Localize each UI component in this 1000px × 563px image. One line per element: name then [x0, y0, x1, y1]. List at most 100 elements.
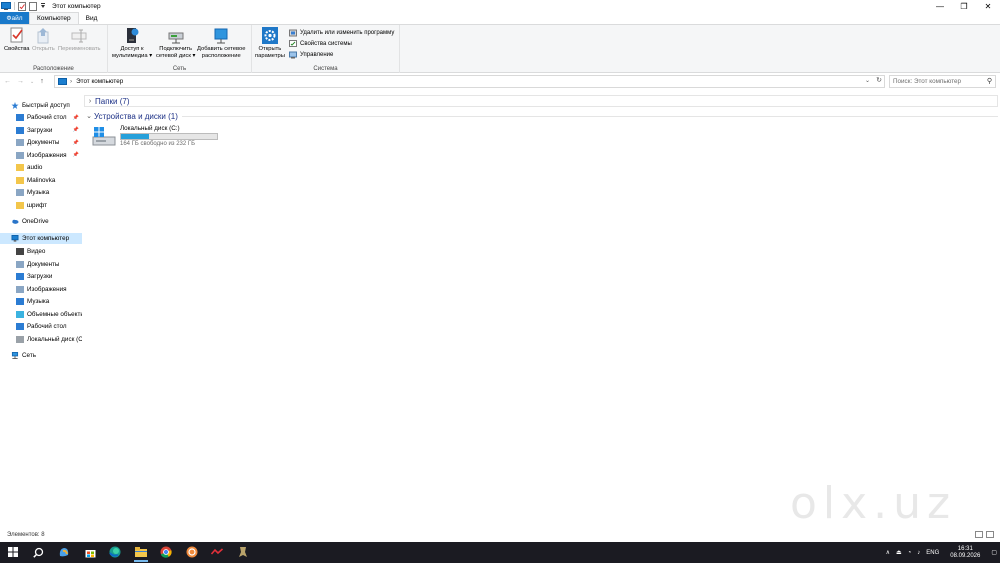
rename-icon	[71, 29, 87, 43]
nav-pc-item-label: Локальный диск (C:)	[27, 335, 82, 343]
tab-computer[interactable]: Компьютер	[29, 12, 79, 24]
forward-arrow-icon[interactable]: →	[17, 78, 24, 85]
address-separator-icon[interactable]: ›	[70, 78, 72, 85]
nav-pc-item[interactable]: Видео	[16, 246, 82, 257]
drive-info: Локальный диск (C:) 164 ГБ свободно из 2…	[120, 125, 218, 147]
nav-quick-access[interactable]: Быстрый доступ	[11, 100, 81, 111]
nav-quick-item-label: Изображения	[27, 151, 67, 159]
up-arrow-icon[interactable]: ↑	[40, 78, 44, 85]
nav-quick-item[interactable]: шрифт	[16, 200, 81, 211]
new-folder-qat-icon[interactable]	[29, 1, 37, 11]
nav-quick-item-label: Документы	[27, 139, 60, 146]
properties-button[interactable]: Свойства	[4, 27, 29, 53]
nav-quick-item[interactable]: Загрузки 📌	[16, 125, 81, 136]
nav-pc-item[interactable]: Загрузки	[16, 271, 82, 282]
system-tray: ∧ ⏏ ◔ ♪ ENG 16:31 08.09.2026 ▢	[883, 542, 1000, 563]
address-bar[interactable]: › Этот компьютер ⌄ ↻	[54, 75, 885, 88]
nav-quick-item-label: audio	[27, 164, 43, 171]
system-properties-label: Свойства системы	[300, 41, 352, 47]
add-location-label-2: расположение	[201, 52, 241, 59]
expand-chevron-icon[interactable]: ›	[85, 98, 95, 105]
customize-qat-icon[interactable]	[40, 2, 46, 10]
minimize-button[interactable]: —	[928, 0, 952, 12]
desktop-icon	[16, 323, 24, 330]
properties-label: Свойства	[4, 46, 30, 52]
edge-browser-icon[interactable]	[108, 545, 122, 559]
nav-pc-item[interactable]: Музыка	[16, 296, 82, 307]
nav-quick-item-label: Рабочий стол	[27, 114, 67, 121]
start-windows-icon[interactable]	[6, 545, 20, 559]
copilot-icon[interactable]	[57, 545, 71, 559]
open-settings-label-2: параметры	[255, 52, 285, 59]
nav-quick-item[interactable]: Malinovka	[16, 175, 81, 186]
drives-section-header[interactable]: ⌄ Устройства и диски (1)	[84, 110, 998, 122]
desktop-icon	[16, 114, 24, 121]
music-icon	[16, 298, 24, 305]
location-group-label: Расположение	[33, 66, 74, 72]
nav-pc-item[interactable]: Документы	[16, 259, 82, 270]
notifications-icon[interactable]: ▢	[991, 549, 997, 556]
collapse-chevron-icon[interactable]: ⌄	[84, 112, 94, 120]
address-path[interactable]: Этот компьютер	[76, 78, 123, 85]
open-icon	[37, 28, 49, 44]
store-icon[interactable]	[83, 545, 97, 559]
language-indicator[interactable]: ENG	[926, 550, 939, 556]
back-arrow-icon[interactable]: ←	[4, 78, 11, 85]
volume-icon[interactable]: ♪	[917, 550, 920, 556]
nav-quick-item[interactable]: Документы 📌	[16, 137, 81, 148]
nav-quick-item[interactable]: Изображения 📌	[16, 150, 81, 161]
uninstall-program-button[interactable]: Удалить или изменить программу	[289, 29, 394, 37]
nav-quick-item[interactable]: audio	[16, 162, 81, 173]
nav-pc-item[interactable]: Локальный диск (C:)	[16, 334, 82, 345]
close-button[interactable]: ✕	[976, 0, 1000, 12]
taskbar: ∧ ⏏ ◔ ♪ ENG 16:31 08.09.2026 ▢	[0, 542, 1000, 563]
nav-onedrive[interactable]: OneDrive	[11, 216, 81, 227]
open-button[interactable]: Открыть	[32, 27, 55, 53]
nav-this-pc[interactable]: Этот компьютер	[0, 233, 82, 244]
nav-pc-item-label: Загрузки	[27, 273, 53, 280]
3d-objects-icon	[16, 310, 24, 318]
tab-view[interactable]: Вид	[79, 12, 105, 24]
maximize-button[interactable]: ❐	[952, 0, 976, 12]
pin-icon: 📌	[72, 127, 79, 133]
pin-icon: 📌	[72, 152, 79, 158]
tab-file[interactable]: Файл	[0, 12, 29, 24]
nav-pc-item[interactable]: Объемные объекты	[16, 309, 82, 320]
drive-item-c[interactable]: Локальный диск (C:) 164 ГБ свободно из 2…	[92, 125, 218, 147]
map-network-drive-button[interactable]: Подключить сетевой диск ▾	[156, 27, 195, 59]
computer-icon	[11, 235, 19, 242]
red-app-icon[interactable]	[210, 545, 224, 559]
open-settings-button[interactable]: Открыть параметры	[255, 27, 285, 59]
manage-button[interactable]: Управление	[289, 51, 333, 59]
status-item-count: Элементов: 8	[7, 532, 45, 538]
refresh-icon[interactable]: ↻	[876, 76, 882, 84]
tray-usb-icon[interactable]: ⏏	[896, 549, 902, 556]
ribbon-group-location: Свойства Открыть Переименовать Расположе…	[0, 25, 108, 73]
uninstall-icon	[289, 29, 297, 37]
rename-button[interactable]: Переименовать	[58, 27, 101, 53]
game-app-icon[interactable]	[236, 545, 250, 559]
recent-locations-chevron-icon[interactable]: ⌄	[30, 79, 34, 85]
search-input[interactable]: Поиск: Этот компьютер ⚲	[889, 75, 996, 88]
clock[interactable]: 16:31 08.09.2026	[950, 546, 980, 560]
nav-network[interactable]: Сеть	[11, 350, 81, 361]
search-taskbar-icon[interactable]	[31, 545, 45, 559]
watermark-logo: olx.uz	[790, 478, 957, 529]
address-dropdown-icon[interactable]: ⌄	[865, 77, 870, 84]
document-icon	[16, 139, 24, 146]
folders-section-header[interactable]: › Папки (7)	[84, 95, 998, 107]
add-network-location-button[interactable]: Добавить сетевое расположение	[197, 27, 245, 59]
chrome-browser-icon[interactable]	[159, 545, 173, 559]
nav-pc-item[interactable]: Изображения	[16, 284, 82, 295]
download-icon	[16, 126, 24, 134]
system-properties-button[interactable]: Свойства системы	[289, 40, 352, 48]
nav-quick-item[interactable]: Музыка	[16, 187, 81, 198]
properties-qat-icon[interactable]	[18, 1, 26, 11]
tray-expand-icon[interactable]: ∧	[886, 549, 890, 556]
nav-pc-item[interactable]: Рабочий стол	[16, 321, 82, 332]
orange-app-icon[interactable]	[185, 545, 199, 559]
media-access-button[interactable]: Доступ к мультимедиа ▾	[112, 27, 152, 59]
network-wifi-icon[interactable]: ◔	[908, 550, 912, 556]
nav-quick-item[interactable]: Рабочий стол 📌	[16, 112, 81, 123]
file-explorer-icon[interactable]	[134, 545, 148, 562]
